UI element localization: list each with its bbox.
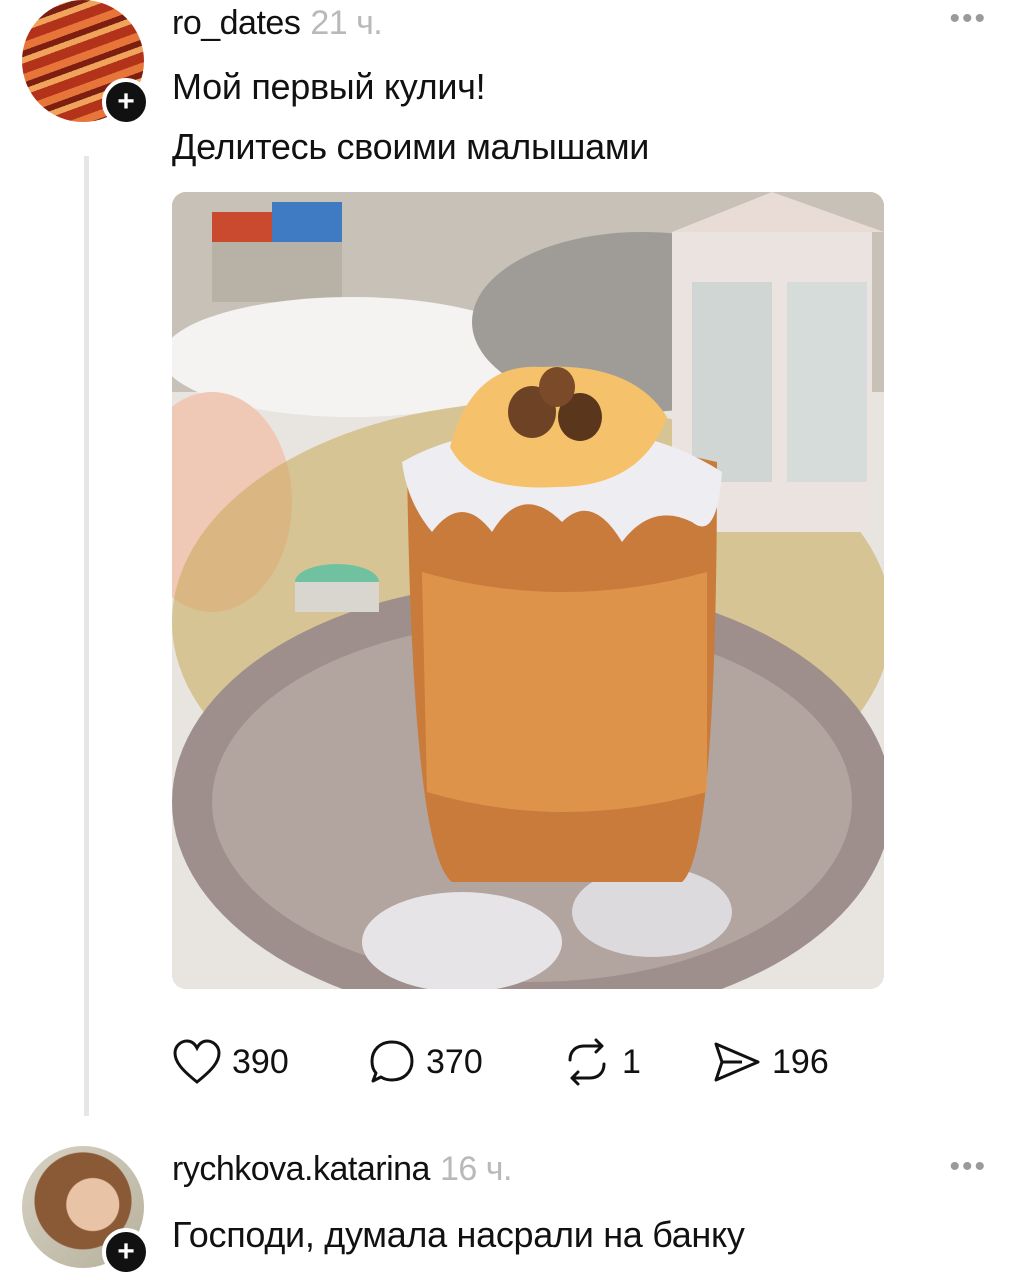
username[interactable]: rychkova.katarina bbox=[172, 1150, 430, 1188]
kulich-photo-illustration bbox=[172, 192, 884, 989]
username-line: ro_dates 21 ч. bbox=[172, 4, 383, 43]
username[interactable]: ro_dates bbox=[172, 4, 301, 42]
heart-icon bbox=[173, 1039, 221, 1084]
thread-line bbox=[84, 156, 89, 1116]
follow-plus-icon[interactable]: + bbox=[102, 78, 150, 126]
timestamp: 16 ч. bbox=[439, 1150, 512, 1188]
share-action[interactable]: 196 bbox=[712, 1038, 829, 1086]
repost-icon bbox=[568, 1038, 606, 1086]
comment-icon bbox=[370, 1040, 414, 1083]
like-count: 390 bbox=[232, 1042, 289, 1081]
share-count: 196 bbox=[772, 1042, 829, 1081]
post-text-line-1: Господи, думала насрали на банку bbox=[172, 1214, 745, 1255]
post-text-line-1: Мой первый кулич! bbox=[172, 66, 486, 107]
post-text-line-2: Делитесь своими малышами bbox=[172, 126, 650, 167]
more-icon[interactable]: ••• bbox=[949, 2, 987, 36]
share-icon bbox=[714, 1042, 760, 1082]
more-icon[interactable]: ••• bbox=[949, 1150, 987, 1184]
post-actions: 390 370 1 196 bbox=[172, 1038, 872, 1094]
repost-action[interactable]: 1 bbox=[562, 1038, 641, 1086]
comment-action[interactable]: 370 bbox=[368, 1038, 483, 1086]
post-photo[interactable] bbox=[172, 192, 884, 989]
follow-plus-icon[interactable]: + bbox=[102, 1228, 150, 1276]
repost-count: 1 bbox=[622, 1042, 641, 1081]
username-line: rychkova.katarina 16 ч. bbox=[172, 1150, 512, 1189]
like-action[interactable]: 390 bbox=[172, 1038, 289, 1086]
timestamp: 21 ч. bbox=[310, 4, 383, 42]
comment-count: 370 bbox=[426, 1042, 483, 1081]
